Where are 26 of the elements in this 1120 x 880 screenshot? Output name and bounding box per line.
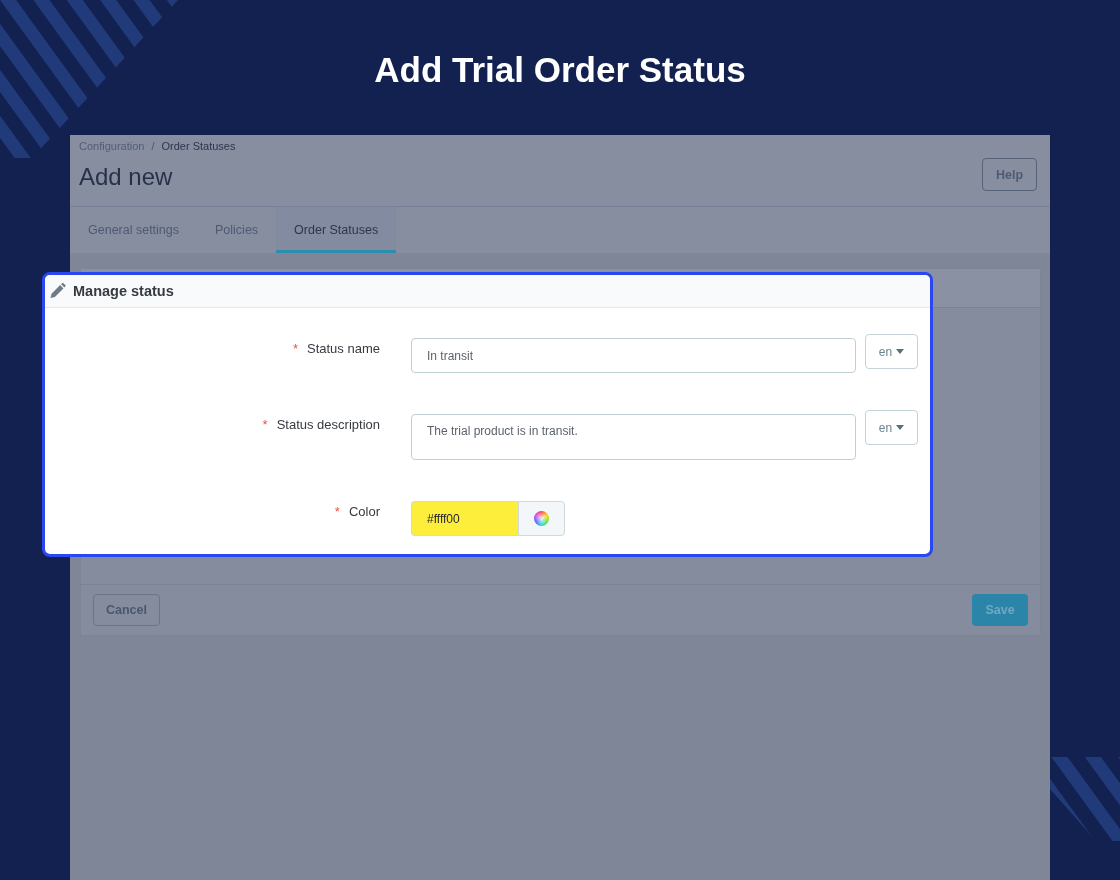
field-label: Status name	[307, 340, 380, 358]
required-mark: *	[292, 340, 298, 358]
caret-icon	[896, 425, 905, 430]
page-heading: Add Trial Order Status	[374, 48, 746, 91]
tab[interactable]: Policies	[197, 207, 277, 253]
form-card-title: Manage status	[73, 283, 174, 299]
required-mark: *	[262, 416, 268, 434]
tab[interactable]: Order Statuses	[276, 207, 397, 253]
language-dropdown[interactable]: en	[865, 410, 918, 445]
field-label: Status description	[276, 416, 380, 434]
pencil-icon	[50, 283, 66, 299]
language-dropdown[interactable]: en	[865, 334, 918, 369]
color-value-input[interactable]: #ffff00	[411, 501, 518, 536]
required-mark: *	[334, 503, 340, 521]
help-button[interactable]: Help	[982, 158, 1037, 191]
color-picker-button[interactable]	[518, 501, 565, 536]
tab[interactable]: General settings	[70, 207, 198, 253]
textarea-input[interactable]: The trial product is in transit.	[411, 414, 856, 460]
breadcrumb-current: Order Statuses	[161, 139, 236, 153]
color-wheel-icon	[534, 511, 549, 526]
cancel-button[interactable]: Cancel	[93, 594, 160, 626]
caret-icon	[896, 349, 905, 354]
text-input[interactable]: In transit	[411, 338, 856, 373]
page-title: Add new	[79, 163, 173, 191]
field-label: Color	[348, 503, 380, 521]
breadcrumb-separator: /	[151, 139, 155, 153]
